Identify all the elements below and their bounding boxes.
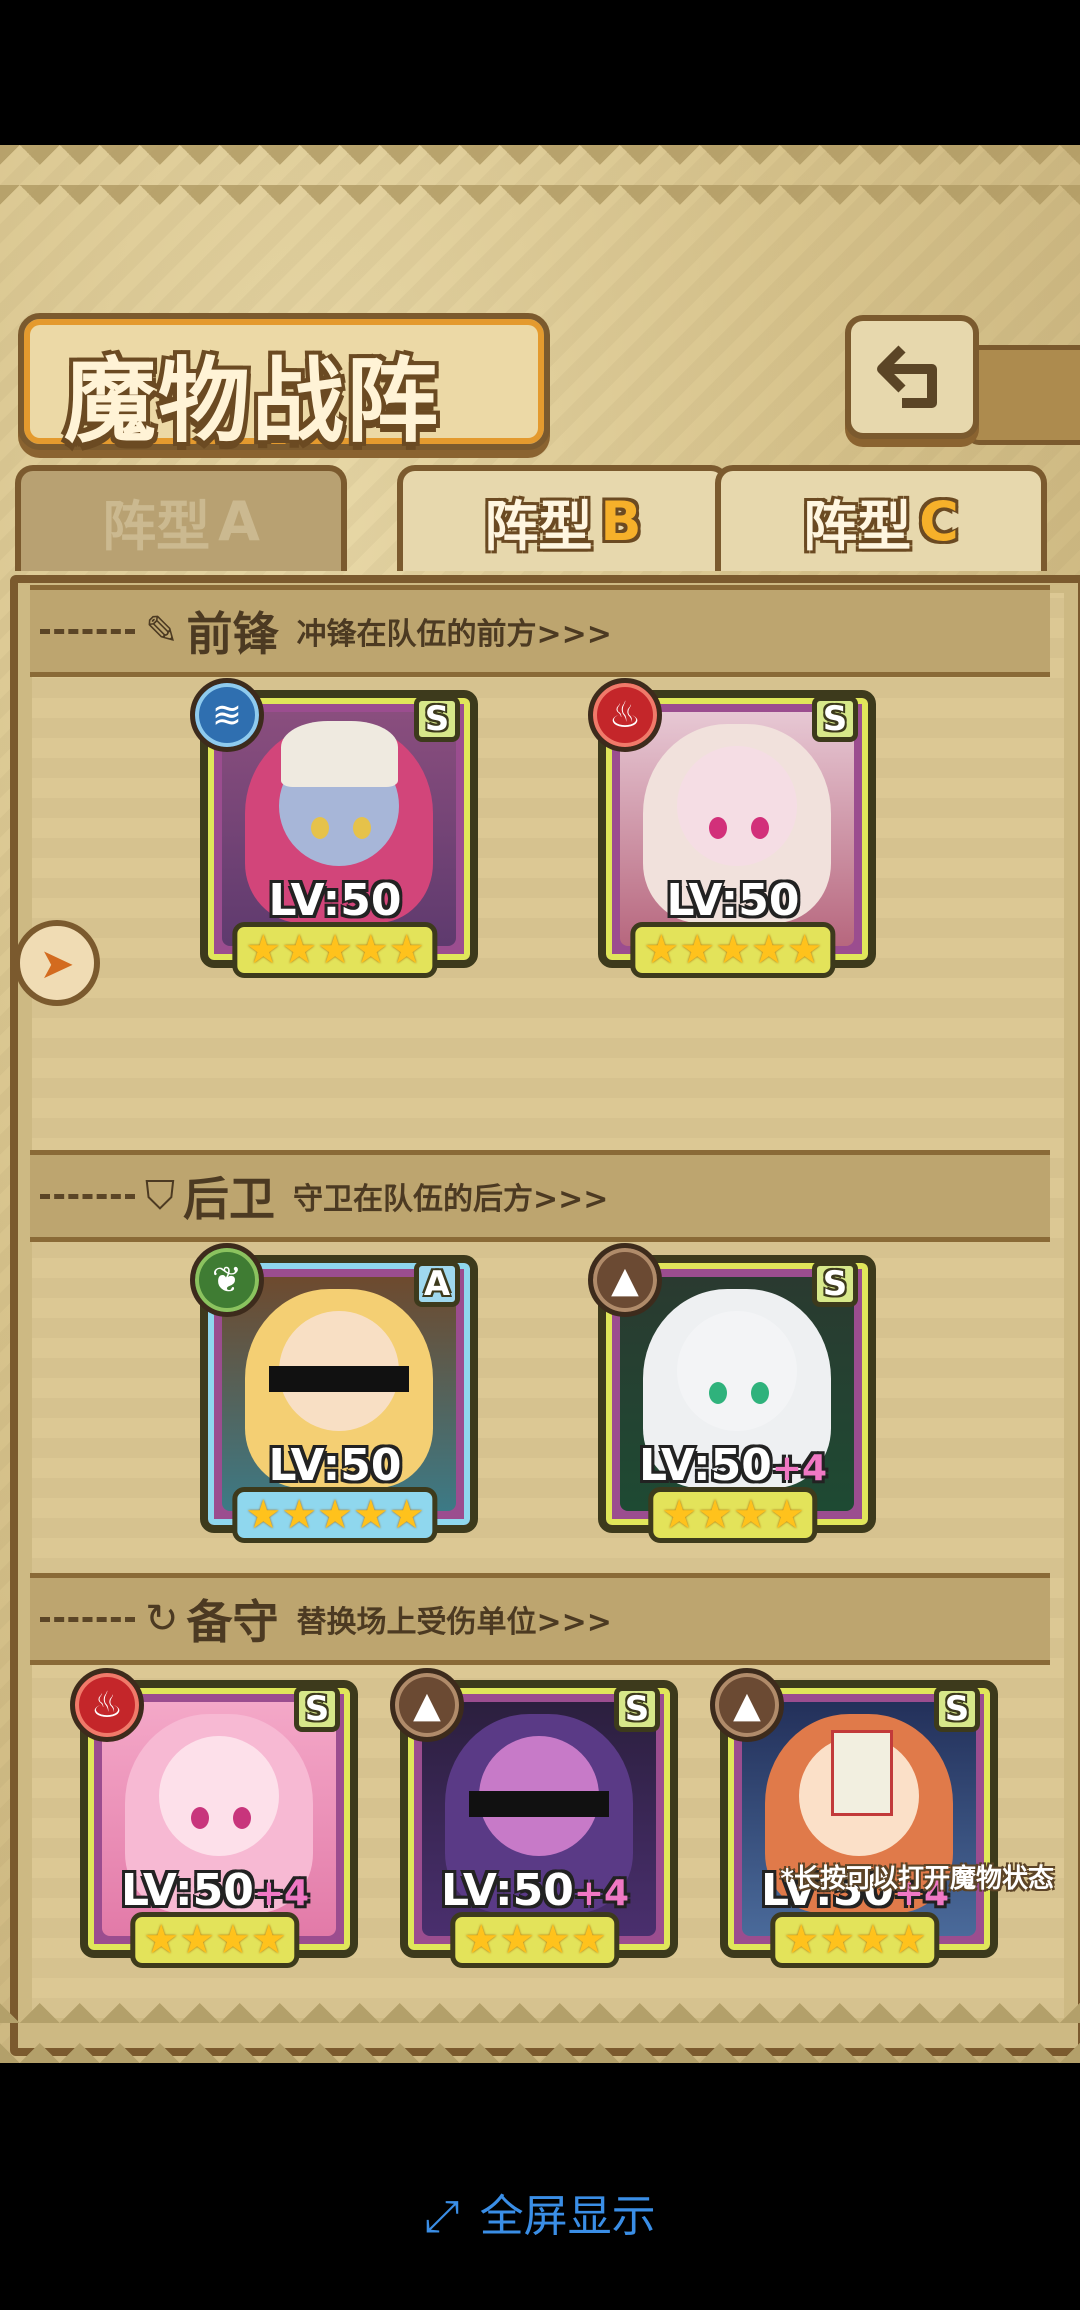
level-text: LV:50 — [268, 1440, 402, 1491]
earth-element-icon: ▲ — [710, 1668, 784, 1742]
game-screen: 魔物战阵 阵型 A 阵型 B 阵型 C ➤ ✎ 前锋 冲锋在队伍的前方>>> S… — [0, 145, 1080, 2063]
monster-card-reserve-3[interactable]: S ▲ LV:50+4 ★★★★ — [710, 1668, 998, 1968]
grade-badge: S — [414, 696, 460, 742]
star-rating: ★★★★ — [770, 1912, 940, 1968]
tab-label: 阵型 — [484, 494, 593, 558]
level-text: LV:50 — [666, 875, 800, 926]
expand-icon: ⤢ — [424, 2191, 460, 2242]
level-label: LV:50 — [598, 875, 868, 926]
star-rating: ★★★★★ — [232, 922, 438, 978]
tab-label: 阵型 — [803, 494, 912, 558]
section-front-header: ✎ 前锋 冲锋在队伍的前方>>> — [30, 585, 1050, 677]
star-rating: ★★★★★ — [232, 1487, 438, 1543]
level-label: LV:50+4 — [400, 1865, 670, 1916]
divider — [40, 1616, 135, 1622]
title-banner: 魔物战阵 — [18, 313, 550, 455]
tab-formation-b[interactable]: 阵型 B — [397, 465, 729, 571]
level-text: LV:50 — [268, 875, 402, 926]
level-bonus: +4 — [253, 1873, 310, 1914]
sword-icon: ✎ — [145, 608, 179, 654]
section-subtitle: 冲锋在队伍的前方>>> — [296, 617, 612, 652]
grade-badge: S — [614, 1686, 660, 1732]
earth-element-icon: ▲ — [588, 1243, 662, 1317]
level-bonus: +4 — [573, 1873, 630, 1914]
top-border — [0, 145, 1080, 205]
section-title: 前锋 — [186, 607, 279, 661]
level-label: LV:50+4 — [598, 1440, 868, 1491]
section-subtitle: 替换场上受伤单位>>> — [296, 1605, 612, 1640]
monster-card-reserve-2[interactable]: S ▲ LV:50+4 ★★★★ — [390, 1668, 678, 1968]
tab-letter: B — [600, 489, 642, 553]
arrow-right-icon: ➤ — [39, 938, 75, 988]
fire-element-icon: ♨ — [70, 1668, 144, 1742]
pixel-sunglasses — [268, 1365, 410, 1392]
section-reserve-header: ↻ 备守 替换场上受伤单位>>> — [30, 1573, 1050, 1665]
formation-tabs: 阵型 A 阵型 B 阵型 C — [15, 465, 1065, 575]
back-button[interactable] — [845, 315, 979, 439]
page-title: 魔物战阵 — [64, 348, 441, 455]
star-rating: ★★★★ — [130, 1912, 300, 1968]
section-rear-header: ⛉ 后卫 守卫在队伍的后方>>> — [30, 1150, 1050, 1242]
long-press-hint: *长按可以打开魔物状态 — [780, 1864, 1054, 1894]
grade-badge: S — [812, 1261, 858, 1307]
monster-card-rear-1[interactable]: A ❦ LV:50 ★★★★★ — [190, 1243, 478, 1543]
tab-formation-c[interactable]: 阵型 C — [715, 465, 1047, 571]
level-bonus: +4 — [771, 1448, 828, 1489]
pixel-sunglasses — [468, 1790, 610, 1817]
divider — [40, 628, 135, 634]
tab-letter: C — [919, 489, 959, 553]
shield-icon: ⛉ — [145, 1173, 175, 1219]
level-label: LV:50 — [200, 875, 470, 926]
monster-card-reserve-1[interactable]: S ♨ LV:50+4 ★★★★ — [70, 1668, 358, 1968]
level-text: LV:50 — [638, 1440, 772, 1491]
grade-badge: S — [294, 1686, 340, 1732]
fullscreen-button[interactable]: ⤢ 全屏显示 — [0, 2180, 1080, 2244]
star-rating: ★★★★ — [450, 1912, 620, 1968]
tab-formation-a[interactable]: 阵型 A — [15, 465, 347, 571]
star-rating: ★★★★ — [648, 1487, 818, 1543]
swap-icon: ↻ — [145, 1596, 179, 1642]
level-label: LV:50 — [200, 1440, 470, 1491]
grade-badge: A — [414, 1261, 460, 1307]
monster-card-front-1[interactable]: S ≋ LV:50 ★★★★★ — [190, 678, 478, 978]
level-text: LV:50 — [440, 1865, 574, 1916]
return-icon — [877, 345, 937, 408]
earth-element-icon: ▲ — [390, 1668, 464, 1742]
section-title: 备守 — [186, 1595, 279, 1649]
section-title: 后卫 — [183, 1172, 275, 1226]
monster-card-front-2[interactable]: S ♨ LV:50 ★★★★★ — [588, 678, 876, 978]
back-button-rail — [965, 345, 1080, 445]
section-subtitle: 守卫在队伍的后方>>> — [293, 1182, 609, 1217]
monster-card-rear-2[interactable]: S ▲ LV:50+4 ★★★★ — [588, 1243, 876, 1543]
side-menu-button[interactable]: ➤ — [14, 920, 100, 1006]
level-label: LV:50+4 — [80, 1865, 350, 1916]
grade-badge: S — [934, 1686, 980, 1732]
level-text: LV:50 — [120, 1865, 254, 1916]
bottom-border — [0, 1993, 1080, 2063]
tab-letter: A — [218, 489, 260, 553]
nature-element-icon: ❦ — [190, 1243, 264, 1317]
water-element-icon: ≋ — [190, 678, 264, 752]
grade-badge: S — [812, 696, 858, 742]
star-rating: ★★★★★ — [630, 922, 836, 978]
divider — [40, 1193, 135, 1199]
fire-element-icon: ♨ — [588, 678, 662, 752]
tab-label: 阵型 — [102, 494, 211, 558]
fullscreen-label: 全屏显示 — [479, 2191, 656, 2242]
